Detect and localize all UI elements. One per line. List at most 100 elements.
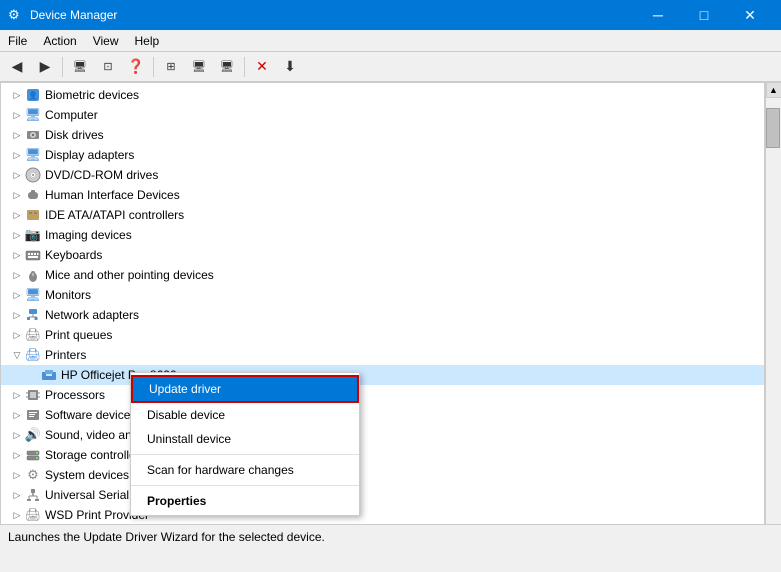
label-biometric: Biometric devices bbox=[45, 88, 139, 102]
toolbar-uninstall[interactable]: ✕ bbox=[249, 55, 275, 79]
label-printers: Printers bbox=[45, 348, 86, 362]
expander-storage[interactable]: ▷ bbox=[9, 447, 25, 463]
tree-item-biometric[interactable]: ▷ 👤 Biometric devices bbox=[1, 85, 764, 105]
label-disk: Disk drives bbox=[45, 128, 104, 142]
toolbar-back[interactable]: ◀ bbox=[4, 55, 30, 79]
tree-item-sound[interactable]: ▷ 🔊 Sound, video and game... bbox=[1, 425, 764, 445]
expander-network[interactable]: ▷ bbox=[9, 307, 25, 323]
status-text: Launches the Update Driver Wizard for th… bbox=[8, 530, 325, 544]
tree-item-imaging[interactable]: ▷ 📷 Imaging devices bbox=[1, 225, 764, 245]
tree-item-printers[interactable]: ▽ 🖨 Printers bbox=[1, 345, 764, 365]
context-menu-scan[interactable]: Scan for hardware changes bbox=[131, 458, 359, 482]
expander-monitors[interactable]: ▷ bbox=[9, 287, 25, 303]
expander-imaging[interactable]: ▷ bbox=[9, 227, 25, 243]
label-print-queues: Print queues bbox=[45, 328, 112, 342]
label-software: Software devices bbox=[45, 408, 136, 422]
context-menu-update-driver[interactable]: Update driver bbox=[131, 375, 359, 403]
tree-item-software[interactable]: ▷ Software devices bbox=[1, 405, 764, 425]
device-tree[interactable]: ▷ 👤 Biometric devices ▷ 🖥 Computer ▷ Dis… bbox=[0, 82, 765, 548]
tree-item-disk[interactable]: ▷ Disk drives bbox=[1, 125, 764, 145]
tree-item-processors[interactable]: ▷ Processors bbox=[1, 385, 764, 405]
expander-computer[interactable]: ▷ bbox=[9, 107, 25, 123]
expander-system[interactable]: ▷ bbox=[9, 467, 25, 483]
expander-usb[interactable]: ▷ bbox=[9, 487, 25, 503]
icon-keyboard bbox=[25, 247, 41, 263]
title-bar: ⚙ Device Manager ─ □ ✕ bbox=[0, 0, 781, 30]
label-mice: Mice and other pointing devices bbox=[45, 268, 214, 282]
icon-software bbox=[25, 407, 41, 423]
menu-action[interactable]: Action bbox=[35, 32, 84, 50]
label-processors: Processors bbox=[45, 388, 105, 402]
scroll-up-btn[interactable]: ▲ bbox=[766, 82, 781, 98]
expander-hp bbox=[25, 367, 41, 383]
toolbar-scan[interactable]: ⊞ bbox=[158, 55, 184, 79]
icon-network bbox=[25, 307, 41, 323]
minimize-button[interactable]: ─ bbox=[635, 0, 681, 30]
context-menu-sep-1 bbox=[131, 454, 359, 455]
label-ide: IDE ATA/ATAPI controllers bbox=[45, 208, 184, 222]
label-imaging: Imaging devices bbox=[45, 228, 132, 242]
toolbar-add-hardware[interactable]: ⬇ bbox=[277, 55, 303, 79]
close-button[interactable]: ✕ bbox=[727, 0, 773, 30]
tree-item-system[interactable]: ▷ ⚙ System devices bbox=[1, 465, 764, 485]
expander-printers[interactable]: ▽ bbox=[9, 347, 25, 363]
expander-keyboards[interactable]: ▷ bbox=[9, 247, 25, 263]
label-dvd: DVD/CD-ROM drives bbox=[45, 168, 158, 182]
context-menu-properties[interactable]: Properties bbox=[131, 489, 359, 513]
icon-usb bbox=[25, 487, 41, 503]
tree-item-wsd[interactable]: ▷ 🖨 WSD Print Provider bbox=[1, 505, 764, 525]
icon-processor bbox=[25, 387, 41, 403]
tree-item-monitors[interactable]: ▷ 🖥 Monitors bbox=[1, 285, 764, 305]
expander-biometric[interactable]: ▷ bbox=[9, 87, 25, 103]
tree-item-hid[interactable]: ▷ Human Interface Devices bbox=[1, 185, 764, 205]
expander-mice[interactable]: ▷ bbox=[9, 267, 25, 283]
icon-sound: 🔊 bbox=[25, 427, 41, 443]
app-icon: ⚙ bbox=[8, 7, 24, 23]
tree-item-network[interactable]: ▷ Network adapters bbox=[1, 305, 764, 325]
tree-item-keyboards[interactable]: ▷ Keyboards bbox=[1, 245, 764, 265]
expander-print-queues[interactable]: ▷ bbox=[9, 327, 25, 343]
tree-item-mice[interactable]: ▷ Mice and other pointing devices bbox=[1, 265, 764, 285]
expander-software[interactable]: ▷ bbox=[9, 407, 25, 423]
label-keyboards: Keyboards bbox=[45, 248, 102, 262]
tree-item-storage[interactable]: ▷ Storage controllers bbox=[1, 445, 764, 465]
maximize-button[interactable]: □ bbox=[681, 0, 727, 30]
svg-text:👤: 👤 bbox=[28, 90, 38, 100]
toolbar-forward[interactable]: ▶ bbox=[32, 55, 58, 79]
expander-display[interactable]: ▷ bbox=[9, 147, 25, 163]
title-bar-controls: ─ □ ✕ bbox=[635, 0, 773, 30]
toolbar-display-by-connection[interactable]: 🖥 bbox=[214, 55, 240, 79]
expander-dvd[interactable]: ▷ bbox=[9, 167, 25, 183]
expander-sound[interactable]: ▷ bbox=[9, 427, 25, 443]
toolbar-properties[interactable]: 🖥 bbox=[67, 55, 93, 79]
toolbar-help[interactable]: ❓ bbox=[123, 55, 149, 79]
toolbar-display-by-type[interactable]: 🖥 bbox=[186, 55, 212, 79]
expander-wsd[interactable]: ▷ bbox=[9, 507, 25, 523]
scroll-track[interactable] bbox=[766, 98, 781, 532]
icon-wsd: 🖨 bbox=[25, 507, 41, 523]
expander-processors[interactable]: ▷ bbox=[9, 387, 25, 403]
label-display: Display adapters bbox=[45, 148, 134, 162]
toolbar-update-driver[interactable]: ⊡ bbox=[95, 55, 121, 79]
tree-item-hp-officejet[interactable]: HP Officejet Pro 8620 bbox=[1, 365, 764, 385]
scrollbar[interactable]: ▲ ▼ bbox=[765, 82, 781, 548]
context-menu-disable[interactable]: Disable device bbox=[131, 403, 359, 427]
tree-item-ide[interactable]: ▷ IDE ATA/ATAPI controllers bbox=[1, 205, 764, 225]
expander-hid[interactable]: ▷ bbox=[9, 187, 25, 203]
icon-disk bbox=[25, 127, 41, 143]
context-menu: Update driver Disable device Uninstall d… bbox=[130, 372, 360, 516]
expander-disk[interactable]: ▷ bbox=[9, 127, 25, 143]
menu-file[interactable]: File bbox=[0, 32, 35, 50]
icon-monitor: 🖥 bbox=[25, 287, 41, 303]
tree-item-dvd[interactable]: ▷ DVD/CD-ROM drives bbox=[1, 165, 764, 185]
label-computer: Computer bbox=[45, 108, 98, 122]
scroll-thumb[interactable] bbox=[766, 108, 780, 148]
menu-view[interactable]: View bbox=[85, 32, 127, 50]
tree-item-display[interactable]: ▷ 🖥 Display adapters bbox=[1, 145, 764, 165]
tree-item-usb[interactable]: ▷ Universal Serial Bus cor... bbox=[1, 485, 764, 505]
tree-item-computer[interactable]: ▷ 🖥 Computer bbox=[1, 105, 764, 125]
menu-help[interactable]: Help bbox=[127, 32, 168, 50]
tree-item-print-queues[interactable]: ▷ 🖨 Print queues bbox=[1, 325, 764, 345]
expander-ide[interactable]: ▷ bbox=[9, 207, 25, 223]
context-menu-uninstall[interactable]: Uninstall device bbox=[131, 427, 359, 451]
